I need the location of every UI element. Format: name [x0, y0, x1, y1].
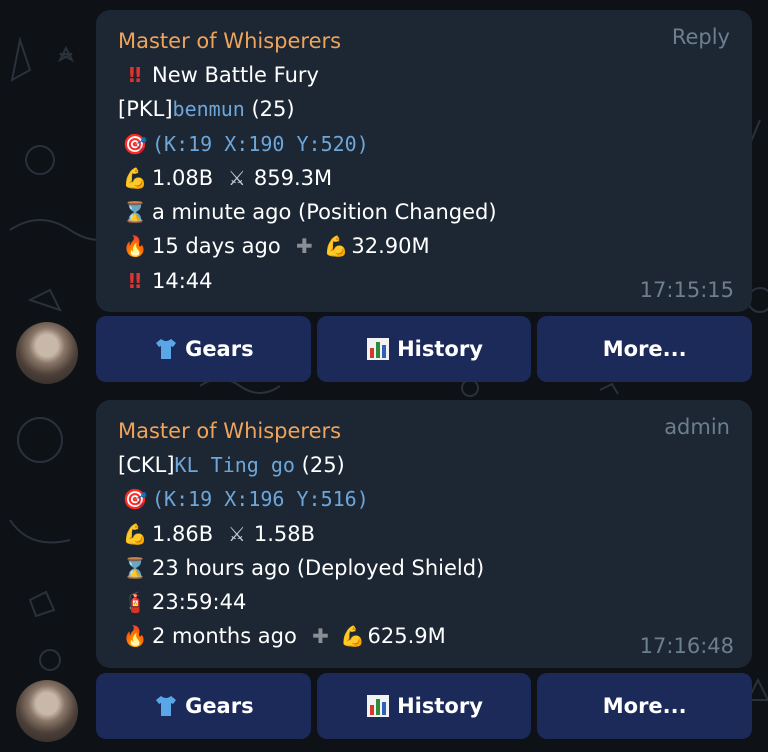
- double-exclamation-icon: ‼: [128, 268, 142, 293]
- message-bubble: Master of Whisperers Reply ‼ New Battle F…: [96, 10, 752, 312]
- coords-line: 🎯 (K:19 X:190 Y:520): [118, 127, 732, 161]
- heavy-plus-icon: ✚: [312, 624, 329, 649]
- sender-name[interactable]: Master of Whisperers: [118, 414, 732, 448]
- crossed-swords-icon: ⚔: [227, 521, 246, 546]
- fire-time: 2 months ago: [152, 624, 297, 649]
- history-label: History: [397, 694, 483, 718]
- flexed-biceps-icon: 💪: [122, 165, 148, 190]
- gears-button[interactable]: Gears: [96, 673, 311, 739]
- direct-hit-target-icon: 🎯: [122, 487, 148, 512]
- alliance-tag: [PKL]: [118, 97, 173, 122]
- inline-keyboard: Gears History More...: [96, 673, 753, 739]
- history-button[interactable]: History: [316, 316, 532, 382]
- reply-label[interactable]: Reply: [672, 25, 730, 49]
- player-line: [CKL]KL Ting go (25): [118, 448, 732, 482]
- direct-hit-target-icon: 🎯: [122, 131, 148, 156]
- fire-gain: 625.9M: [367, 624, 446, 649]
- more-label: More...: [602, 337, 687, 361]
- message-time: 17:15:15: [639, 278, 734, 302]
- status-text: 23 hours ago (Deployed Shield): [152, 555, 485, 580]
- flexed-biceps-icon: 💪: [340, 624, 365, 649]
- shield-line: 🧯 23:59:44: [118, 585, 732, 619]
- status-line: ⌛ a minute ago (Position Changed): [118, 195, 732, 229]
- bar-chart-icon: [367, 695, 390, 717]
- player-name[interactable]: KL Ting go: [175, 453, 295, 477]
- sender-name[interactable]: Master of Whisperers: [118, 24, 732, 58]
- flexed-biceps-icon: 💪: [323, 234, 349, 259]
- gears-button[interactable]: Gears: [96, 316, 311, 382]
- status-line: ⌛ 23 hours ago (Deployed Shield): [118, 551, 732, 585]
- history-label: History: [397, 337, 483, 361]
- shield-timer: 23:59:44: [152, 590, 247, 615]
- inline-keyboard: Gears History More...: [96, 316, 753, 382]
- t-shirt-icon: [156, 339, 177, 359]
- history-button[interactable]: History: [316, 673, 532, 739]
- t-shirt-icon: [156, 696, 177, 716]
- message-time: 17:16:48: [639, 634, 734, 658]
- attack-value: 859.3M: [253, 165, 333, 190]
- more-label: More...: [602, 694, 687, 718]
- message-bubble: Master of Whisperers admin [CKL]KL Ting …: [96, 400, 752, 668]
- gears-label: Gears: [185, 337, 254, 361]
- crossed-swords-icon: ⚔: [227, 165, 246, 190]
- fire-icon: 🔥: [122, 234, 148, 259]
- flexed-biceps-icon: 💪: [122, 521, 148, 546]
- fire-time: 15 days ago: [152, 234, 281, 259]
- alliance-tag: [CKL]: [118, 453, 175, 477]
- power-value: 1.08B: [152, 165, 214, 190]
- admin-label: admin: [664, 415, 730, 439]
- fire-extinguisher-icon: 🧯: [122, 590, 148, 615]
- fire-line: 🔥 15 days ago ✚ 💪 32.90M: [118, 229, 732, 263]
- fire-icon: 🔥: [122, 624, 148, 649]
- heavy-plus-icon: ✚: [295, 234, 313, 259]
- fire-gain: 32.90M: [351, 234, 430, 259]
- coordinates[interactable]: (K:19 X:190 Y:520): [152, 132, 369, 156]
- stats-line: 💪 1.86B ⚔ 1.58B: [118, 517, 732, 551]
- more-button[interactable]: More...: [537, 316, 753, 382]
- coordinates[interactable]: (K:19 X:196 Y:516): [152, 487, 369, 511]
- player-line: [PKL]benmun (25): [118, 92, 732, 126]
- coords-line: 🎯 (K:19 X:196 Y:516): [118, 482, 732, 516]
- avatar[interactable]: [16, 322, 78, 384]
- player-level: (25): [251, 97, 295, 122]
- gears-label: Gears: [185, 694, 254, 718]
- stats-line: 💪 1.08B ⚔ 859.3M: [118, 161, 732, 195]
- attack-value: 1.58B: [253, 521, 316, 546]
- hourglass-icon: ⌛: [122, 555, 148, 580]
- bar-chart-icon: [367, 338, 390, 360]
- avatar[interactable]: [16, 680, 78, 742]
- timer-value: 14:44: [152, 268, 213, 293]
- player-name[interactable]: benmun: [173, 97, 245, 121]
- more-button[interactable]: More...: [537, 673, 753, 739]
- double-exclamation-icon: ‼: [128, 63, 142, 87]
- status-text: a minute ago (Position Changed): [152, 200, 497, 225]
- player-level: (25): [301, 453, 345, 477]
- hourglass-icon: ⌛: [122, 200, 148, 225]
- power-value: 1.86B: [152, 521, 214, 546]
- alert-line: ‼ New Battle Fury: [118, 58, 732, 92]
- alert-text: New Battle Fury: [152, 63, 319, 87]
